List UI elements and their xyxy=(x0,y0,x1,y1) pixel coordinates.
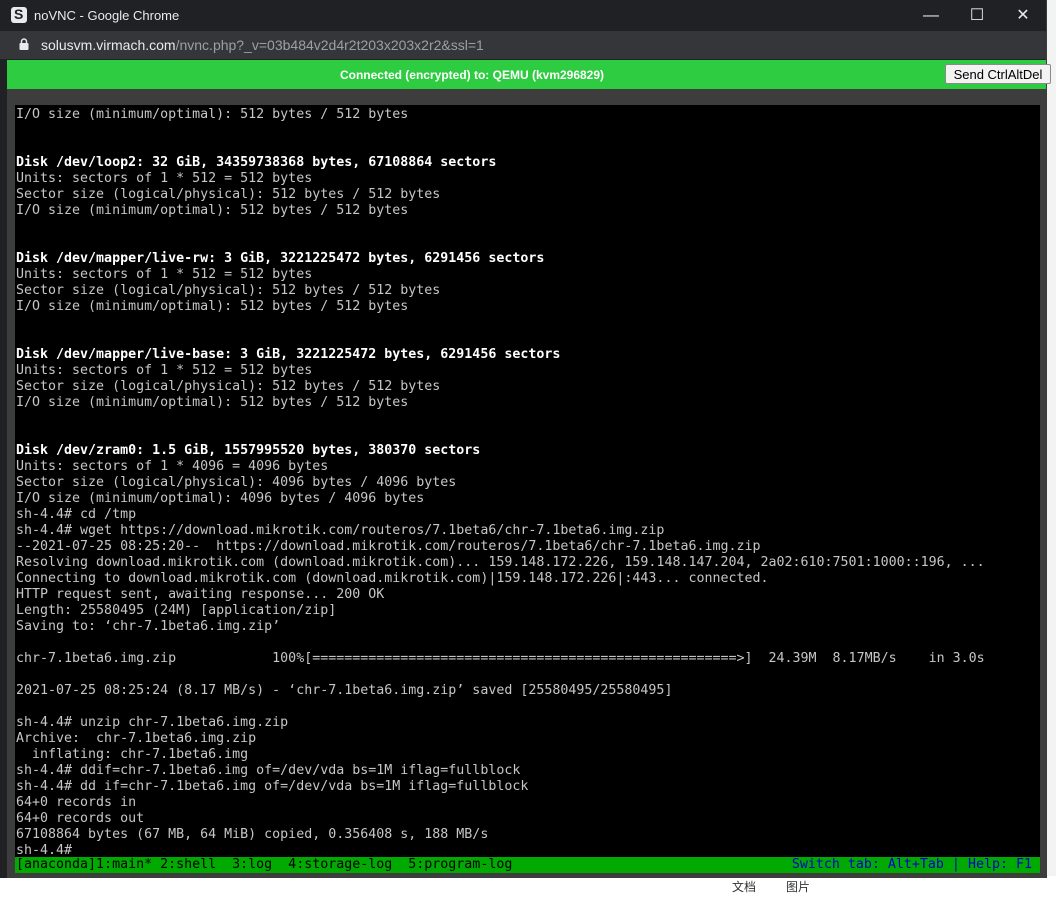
terminal-line: inflating: chr-7.1beta6.img xyxy=(16,747,249,762)
terminal-line: chr-7.1beta6.img.zip 100%[==============… xyxy=(16,651,985,666)
window-title: noVNC - Google Chrome xyxy=(34,8,180,23)
terminal-line: I/O size (minimum/optimal): 4096 bytes /… xyxy=(16,491,425,506)
terminal-line: sh-4.4# xyxy=(16,843,73,857)
terminal-line: 64+0 records out xyxy=(16,811,145,826)
background-text: 文档 xyxy=(732,880,757,894)
terminal-line: Connecting to download.mikrotik.com (dow… xyxy=(16,571,769,586)
url-path: /nvnc.php?_v=03b484v2d4r2t203x203x2r2&ss… xyxy=(175,37,484,53)
solusvm-icon xyxy=(11,6,27,23)
terminal-line: sh-4.4# ddif=chr-7.1beta6.img of=/dev/vd… xyxy=(16,763,521,778)
terminal-line: 2021-07-25 08:25:24 (8.17 MB/s) - ‘chr-7… xyxy=(16,683,673,698)
terminal-line: Sector size (logical/physical): 512 byte… xyxy=(16,187,441,202)
terminal-output: I/O size (minimum/optimal): 512 bytes / … xyxy=(16,107,985,857)
terminal-line: Sector size (logical/physical): 512 byte… xyxy=(16,283,441,298)
minimize-button[interactable]: — xyxy=(908,0,954,31)
terminal-line: Length: 25580495 (24M) [application/zip] xyxy=(16,603,337,618)
vnc-status-bar: Connected (encrypted) to: QEMU (kvm29682… xyxy=(7,60,1051,89)
terminal-line: I/O size (minimum/optimal): 512 bytes / … xyxy=(16,299,409,314)
background-text: 图片 xyxy=(786,880,811,894)
terminal-line: sh-4.4# cd /tmp xyxy=(16,507,137,522)
background-page-edge xyxy=(1046,0,1056,892)
terminal-line: HTTP request sent, awaiting response... … xyxy=(16,587,385,602)
terminal-line: Sector size (logical/physical): 4096 byt… xyxy=(16,475,457,490)
terminal-line: Archive: chr-7.1beta6.img.zip xyxy=(16,731,257,746)
terminal-line: Units: sectors of 1 * 512 = 512 bytes xyxy=(16,363,313,378)
terminal-line: Disk /dev/mapper/live-base: 3 GiB, 32212… xyxy=(16,347,561,362)
terminal-line: sh-4.4# unzip chr-7.1beta6.img.zip xyxy=(16,715,289,730)
tmux-help: Switch tab: Alt+Tab | Help: F1 xyxy=(791,857,1032,872)
terminal-line: 64+0 records in xyxy=(16,795,137,810)
vnc-screen[interactable]: I/O size (minimum/optimal): 512 bytes / … xyxy=(15,105,1040,857)
terminal-line: I/O size (minimum/optimal): 512 bytes / … xyxy=(16,203,409,218)
terminal-line: Disk /dev/zram0: 1.5 GiB, 1557995520 byt… xyxy=(16,443,481,458)
terminal-line: Sector size (logical/physical): 512 byte… xyxy=(16,379,441,394)
terminal-line: Units: sectors of 1 * 512 = 512 bytes xyxy=(16,267,313,282)
terminal-line: Disk /dev/mapper/live-rw: 3 GiB, 3221225… xyxy=(16,251,545,266)
connection-status: Connected (encrypted) to: QEMU (kvm29682… xyxy=(339,68,605,82)
terminal-line: Disk /dev/loop2: 32 GiB, 34359738368 byt… xyxy=(16,155,497,170)
tmux-status-line: [anaconda]1:main* 2:shell 3:log 4:storag… xyxy=(15,857,1040,873)
terminal-line: Units: sectors of 1 * 512 = 512 bytes xyxy=(16,171,313,186)
terminal-line: sh-4.4# wget https://download.mikrotik.c… xyxy=(16,523,665,538)
background-page-footer: 文档 图片 xyxy=(700,876,1056,894)
terminal-line: Units: sectors of 1 * 4096 = 4096 bytes xyxy=(16,459,329,474)
title-bar[interactable]: noVNC - Google Chrome — ☐ ✕ xyxy=(0,0,1046,31)
url-text[interactable]: solusvm.virmach.com/nvnc.php?_v=03b484v2… xyxy=(41,37,484,53)
maximize-button[interactable]: ☐ xyxy=(954,0,1000,31)
terminal-line: --2021-07-25 08:25:20-- https://download… xyxy=(16,539,761,554)
url-host: solusvm.virmach.com xyxy=(41,37,176,53)
terminal-line: 67108864 bytes (67 MB, 64 MiB) copied, 0… xyxy=(16,827,489,842)
terminal-line: sh-4.4# dd if=chr-7.1beta6.img of=/dev/v… xyxy=(16,779,529,794)
terminal-line: Resolving download.mikrotik.com (downloa… xyxy=(16,555,985,570)
tmux-tabs: [anaconda]1:main* 2:shell 3:log 4:storag… xyxy=(16,857,513,872)
terminal-line: I/O size (minimum/optimal): 512 bytes / … xyxy=(16,107,409,122)
close-button[interactable]: ✕ xyxy=(1000,0,1046,31)
lock-icon[interactable] xyxy=(19,38,29,50)
address-bar[interactable]: solusvm.virmach.com/nvnc.php?_v=03b484v2… xyxy=(0,31,1046,59)
terminal-line: Saving to: ‘chr-7.1beta6.img.zip’ xyxy=(16,619,281,634)
send-ctrl-alt-del-button[interactable]: Send CtrlAltDel xyxy=(945,64,1051,84)
terminal-line: I/O size (minimum/optimal): 512 bytes / … xyxy=(16,395,409,410)
